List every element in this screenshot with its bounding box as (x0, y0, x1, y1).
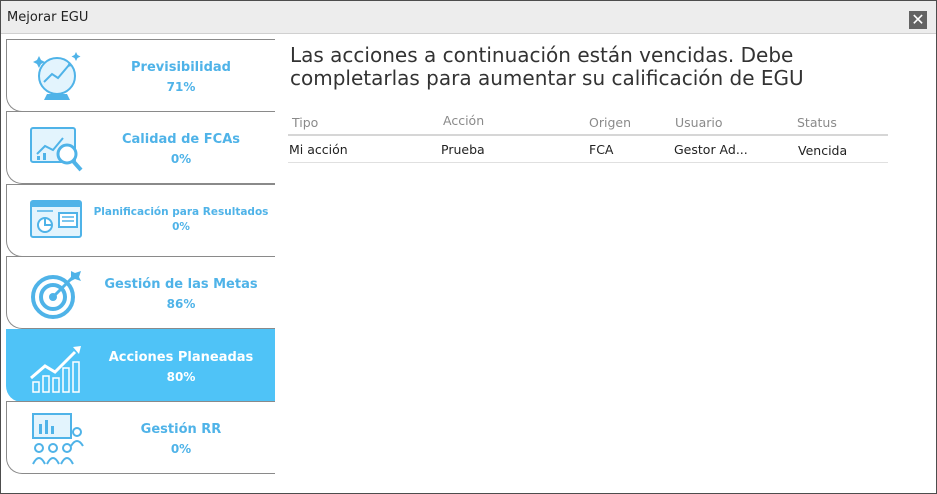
sidebar-item-label: Calidad de FCAs (121, 132, 240, 147)
sidebar-item-percent: 0% (170, 152, 192, 166)
sidebar-item-label: Previsibilidad (131, 60, 231, 75)
table-header: Tipo Acción Origen Usuario Status (288, 112, 888, 136)
target-icon (31, 271, 81, 319)
column-header-status[interactable]: Status (797, 115, 837, 130)
sidebar-item-percent: 71% (166, 80, 196, 94)
sidebar-item-label: Acciones Planeadas (108, 350, 254, 365)
cell-status: Vencida (798, 143, 848, 158)
sidebar-item-label: Planificación para Resultados (93, 206, 269, 218)
crystal-ball-chart-icon (33, 52, 81, 100)
sidebar-item-percent: 80% (166, 370, 196, 384)
overdue-actions-heading: Las acciones a continuación están vencid… (290, 43, 804, 90)
sidebar-item-percent: 0% (170, 442, 192, 456)
presentation-board-icon (30, 200, 82, 238)
column-header-tipo[interactable]: Tipo (292, 115, 318, 130)
magnifier-chart-icon (30, 127, 83, 172)
sidebar-item-acciones-planeadas[interactable]: Acciones Planeadas 80% (6, 329, 275, 402)
titlebar: Mejorar EGU ✕ (1, 1, 936, 34)
table-row[interactable]: Mi acción Prueba FCA Gestor Ad... Vencid… (288, 138, 888, 163)
sidebar-item-previsibilidad[interactable]: Previsibilidad 71% (6, 39, 275, 112)
sidebar-item-percent: 0% (172, 221, 190, 233)
column-header-accion[interactable]: Acción (443, 113, 484, 128)
column-header-origen[interactable]: Origen (589, 115, 631, 130)
growth-chart-icon (30, 346, 81, 393)
cell-tipo: Mi acción (289, 142, 348, 157)
sidebar-item-gestion-rr[interactable]: Gestión RR 0% (6, 401, 275, 474)
sidebar-item-gestion-metas[interactable]: Gestión de las Metas 86% (6, 256, 275, 329)
team-presentation-icon (32, 413, 84, 465)
window-title: Mejorar EGU (7, 10, 89, 25)
sidebar-item-planificacion[interactable]: Planificación para Resultados 0% (6, 184, 275, 257)
cell-usuario: Gestor Ad... (674, 142, 748, 157)
sidebar-item-label: Gestión RR (140, 422, 222, 437)
column-header-usuario[interactable]: Usuario (675, 115, 723, 130)
close-button[interactable]: ✕ (909, 11, 927, 29)
sidebar-item-calidad-fcas[interactable]: Calidad de FCAs 0% (6, 111, 275, 184)
dialog-window: Mejorar EGU ✕ Previsibilidad 71% Calidad… (0, 0, 937, 494)
close-icon: ✕ (911, 10, 925, 29)
sidebar-item-label: Gestión de las Metas (104, 277, 258, 292)
cell-origen: FCA (589, 142, 614, 157)
cell-accion: Prueba (441, 142, 485, 157)
sidebar-item-percent: 86% (166, 297, 196, 311)
